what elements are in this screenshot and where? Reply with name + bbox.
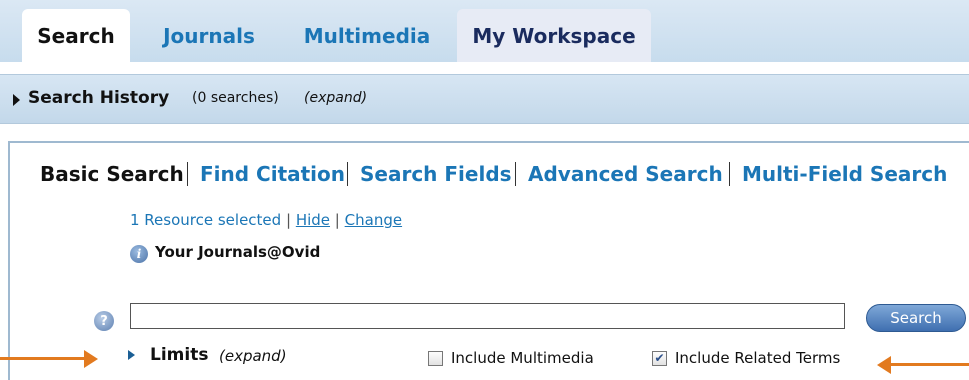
mode-find-citation[interactable]: Find Citation [200, 162, 345, 186]
mode-basic-search[interactable]: Basic Search [40, 162, 184, 186]
search-history-bar[interactable]: Search History (0 searches) (expand) [0, 74, 969, 124]
limits-expand-triangle-icon[interactable] [128, 350, 135, 360]
mode-multi-field-search[interactable]: Multi-Field Search [742, 162, 947, 186]
search-history-expand[interactable]: (expand) [304, 90, 367, 106]
annotation-arrow-left-head-icon [877, 356, 891, 374]
info-icon: i [130, 245, 148, 263]
include-related-terms-checkbox[interactable]: ✔ [652, 351, 667, 366]
limits-label[interactable]: Limits [150, 345, 208, 365]
mode-advanced-search[interactable]: Advanced Search [528, 162, 723, 186]
change-link[interactable]: Change [345, 211, 402, 229]
resource-separator: | [334, 211, 340, 229]
tab-multimedia[interactable]: Multimedia [288, 9, 446, 62]
expand-triangle-icon [13, 94, 20, 106]
include-multimedia-checkbox[interactable] [428, 351, 443, 366]
tab-journals[interactable]: Journals [148, 9, 270, 62]
mode-search-fields[interactable]: Search Fields [360, 162, 512, 186]
annotation-arrow-right-line [891, 363, 969, 366]
annotation-arrow-left-line [0, 357, 84, 360]
search-input[interactable] [130, 303, 845, 329]
mode-separator [515, 162, 516, 186]
resource-separator: | [285, 211, 292, 229]
tab-my-workspace[interactable]: My Workspace [457, 9, 651, 62]
selected-resource-name: Your Journals@Ovid [155, 243, 321, 261]
help-icon[interactable]: ? [94, 311, 114, 331]
include-related-terms-label: Include Related Terms [675, 349, 841, 367]
hide-link[interactable]: Hide [296, 211, 330, 229]
limits-expand[interactable]: (expand) [219, 347, 287, 365]
tab-search[interactable]: Search [22, 9, 130, 62]
panel-gap [0, 124, 969, 140]
mode-separator [347, 162, 348, 186]
resource-selected-count: 1 Resource selected [130, 211, 282, 229]
include-multimedia-label: Include Multimedia [451, 349, 594, 367]
panel-separator [0, 62, 969, 74]
annotation-arrow-right-head-icon [84, 350, 98, 368]
mode-separator [187, 162, 188, 186]
search-button[interactable]: Search [866, 304, 966, 332]
search-history-title: Search History [28, 88, 170, 108]
mode-separator [729, 162, 730, 186]
resource-selection-line: 1 Resource selected | Hide | Change [130, 211, 402, 229]
search-history-count: (0 searches) [192, 90, 279, 106]
